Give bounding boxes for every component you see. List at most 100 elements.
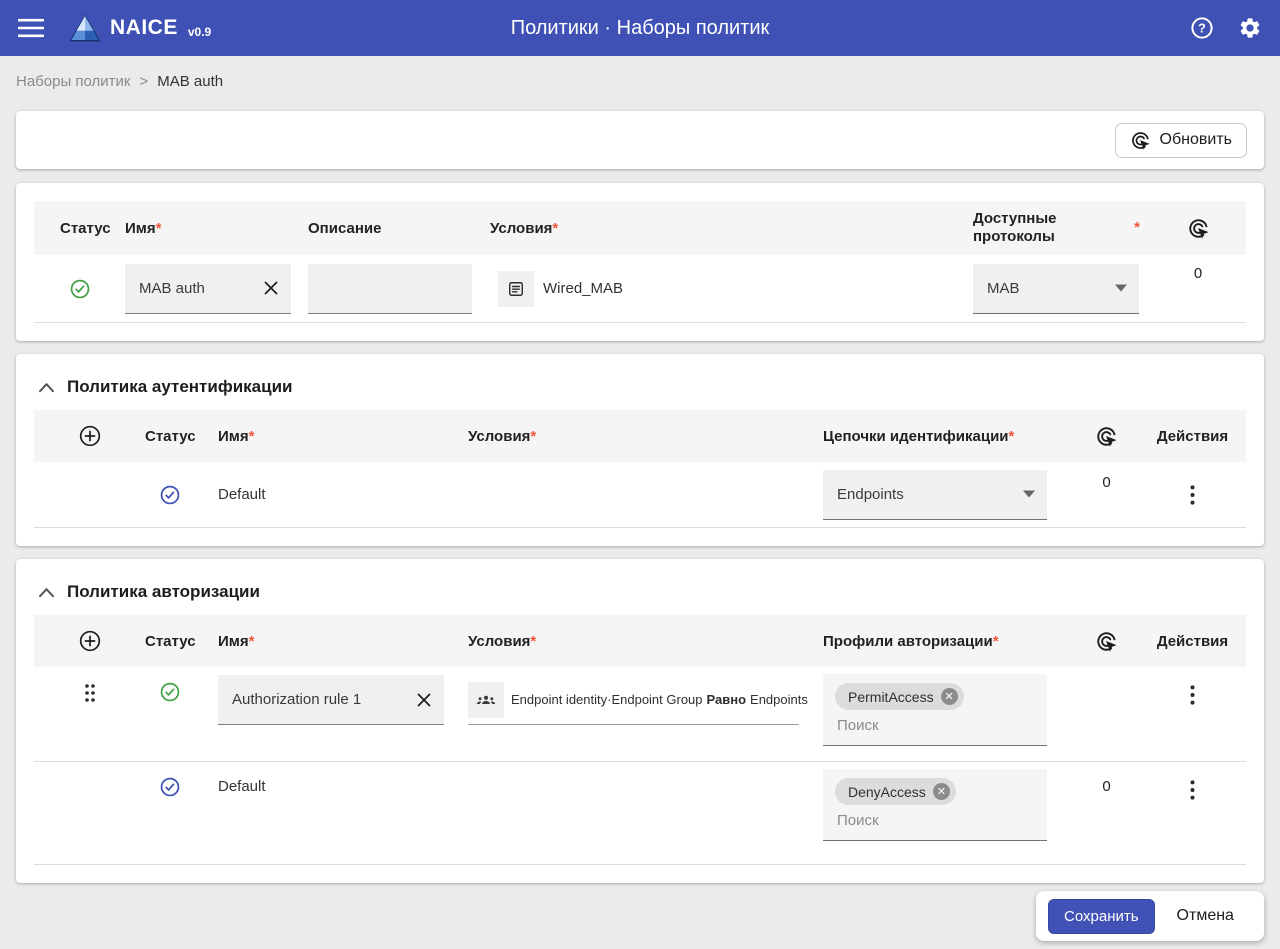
column-header-hits: [1150, 217, 1246, 240]
row-actions-menu-icon[interactable]: [1186, 681, 1199, 709]
article-icon: [509, 281, 523, 296]
identity-chain-value: Endpoints: [837, 485, 904, 503]
hits-count: 0: [1193, 265, 1203, 282]
naice-logo-icon: [69, 14, 101, 42]
remove-chip-icon[interactable]: ✕: [932, 783, 950, 800]
rule-condition-field: Endpoint identity·Endpoint Group Равно E…: [468, 675, 808, 725]
add-rule-button[interactable]: [34, 629, 145, 653]
column-header-name: Имя *: [125, 219, 162, 237]
status-enabled-icon[interactable]: [159, 776, 181, 798]
row-actions-menu-icon[interactable]: [1186, 481, 1199, 509]
settings-gear-icon[interactable]: [1238, 16, 1262, 40]
status-enabled-icon[interactable]: [69, 278, 91, 300]
breadcrumb: Наборы политик > MAB auth: [0, 56, 1280, 106]
policy-set-description-input[interactable]: [308, 263, 472, 314]
rule-name: Default: [218, 486, 266, 503]
condition-value: Wired_MAB: [543, 280, 624, 297]
clear-name-icon[interactable]: [251, 280, 291, 296]
add-circle-icon: [79, 425, 100, 447]
hits-count: 0: [1102, 778, 1111, 795]
column-header-actions: Действия: [1156, 427, 1229, 445]
profiles-field[interactable]: DenyAccess ✕: [823, 769, 1047, 841]
chevron-down-icon: [1115, 284, 1127, 292]
app-logo: NAICE v0.9: [68, 13, 211, 43]
rule-name: Default: [218, 778, 266, 795]
profile-chip: DenyAccess ✕: [835, 778, 956, 805]
condition-left: Endpoint identity·Endpoint Group: [511, 692, 703, 707]
drag-handle-icon[interactable]: [81, 681, 99, 705]
status-cell: [145, 484, 218, 506]
authentication-policy-card: Политика аутентификации Статус Имя * Усло…: [16, 354, 1264, 546]
column-header-actions: Действия: [1156, 632, 1229, 650]
cancel-button[interactable]: Отмена: [1177, 907, 1234, 925]
refresh-button-label: Обновить: [1159, 131, 1232, 148]
column-header-hits: [1074, 630, 1139, 653]
protocol-select[interactable]: MAB: [973, 263, 1139, 314]
rule-name-field: [218, 675, 444, 725]
profile-chip-label: DenyAccess: [848, 783, 926, 800]
ads-click-icon: [1188, 218, 1209, 239]
authorization-section-title: Политика авторизации: [67, 582, 260, 601]
column-header-name: Имя *: [218, 632, 255, 650]
identity-chain-select[interactable]: Endpoints: [823, 469, 1047, 520]
condition-picker-button[interactable]: [468, 681, 504, 718]
svg-text:?: ?: [1198, 21, 1206, 35]
ads-click-icon: [1131, 131, 1150, 150]
status-cell: [145, 681, 218, 703]
save-button[interactable]: Сохранить: [1048, 898, 1155, 934]
profiles-search-input[interactable]: [835, 717, 1037, 740]
clear-name-icon[interactable]: [404, 692, 444, 708]
rule-condition-expression: Endpoint identity·Endpoint Group Равно E…: [511, 692, 808, 707]
authentication-row-default: Default Endpoints 0: [34, 462, 1246, 528]
authorization-policy-card: Политика авторизации Статус Имя * Условия…: [16, 559, 1264, 883]
menu-icon[interactable]: [18, 18, 44, 38]
column-header-conditions: Условия *: [468, 632, 537, 650]
refresh-hits-button[interactable]: Обновить: [1114, 122, 1247, 158]
help-icon[interactable]: ?: [1190, 16, 1214, 40]
groups-icon: [476, 695, 496, 704]
column-header-hits: [1074, 425, 1139, 448]
breadcrumb-parent-link[interactable]: Наборы политик: [16, 73, 130, 90]
profiles-search-input[interactable]: [835, 812, 1037, 835]
save-bar: Сохранить Отмена: [1036, 891, 1264, 941]
protocol-select-value: MAB: [987, 279, 1020, 297]
toolbar-card: Обновить: [16, 111, 1264, 169]
authentication-table-header: Статус Имя * Условия * Цепочки идентификац…: [34, 410, 1246, 462]
policy-set-name-input[interactable]: [125, 279, 251, 297]
authorization-row-default: Default DenyAccess ✕ 0: [34, 762, 1246, 865]
status-cell: [145, 776, 218, 798]
policy-set-name-field: [125, 263, 291, 314]
column-header-description: Описание: [308, 219, 382, 237]
policy-set-table-header: Статус Имя * Описание Условия * Доступные …: [34, 201, 1246, 255]
policy-set-card: Статус Имя * Описание Условия * Доступные …: [16, 183, 1264, 341]
condition-operator: Равно: [706, 692, 747, 707]
status-cell: [34, 278, 125, 300]
condition-right: Endpoints: [750, 692, 808, 707]
status-enabled-icon[interactable]: [159, 681, 181, 703]
column-header-identity-chains: Цепочки идентификации *: [823, 427, 1015, 445]
breadcrumb-separator: >: [139, 72, 149, 90]
column-header-name: Имя *: [218, 427, 255, 445]
column-header-status: Статус: [145, 427, 196, 445]
app-bar: NAICE v0.9 Политики · Наборы политик ?: [0, 0, 1280, 56]
hits-count: 0: [1102, 474, 1111, 491]
policy-set-row: Wired_MAB MAB 0: [34, 255, 1246, 323]
column-header-conditions: Условия *: [468, 427, 537, 445]
authorization-table-header: Статус Имя * Условия * Профили авторизации…: [34, 615, 1246, 667]
add-rule-button[interactable]: [34, 424, 145, 448]
app-version: v0.9: [187, 24, 212, 39]
authorization-row-rule1: Endpoint identity·Endpoint Group Равно E…: [34, 667, 1246, 762]
profiles-field[interactable]: PermitAccess ✕: [823, 674, 1047, 746]
rule-name-input[interactable]: [218, 691, 404, 708]
condition-cell: Wired_MAB: [490, 270, 973, 307]
condition-picker-button[interactable]: [498, 270, 534, 307]
column-header-profiles: Профили авторизации *: [823, 632, 999, 650]
ads-click-icon: [1097, 426, 1117, 447]
row-actions-menu-icon[interactable]: [1186, 776, 1199, 804]
collapse-section-icon[interactable]: [38, 382, 55, 393]
collapse-section-icon[interactable]: [38, 587, 55, 598]
status-enabled-icon[interactable]: [159, 484, 181, 506]
column-header-conditions: Условия *: [490, 219, 559, 237]
remove-chip-icon[interactable]: ✕: [940, 688, 958, 705]
column-header-status: Статус: [145, 632, 196, 650]
